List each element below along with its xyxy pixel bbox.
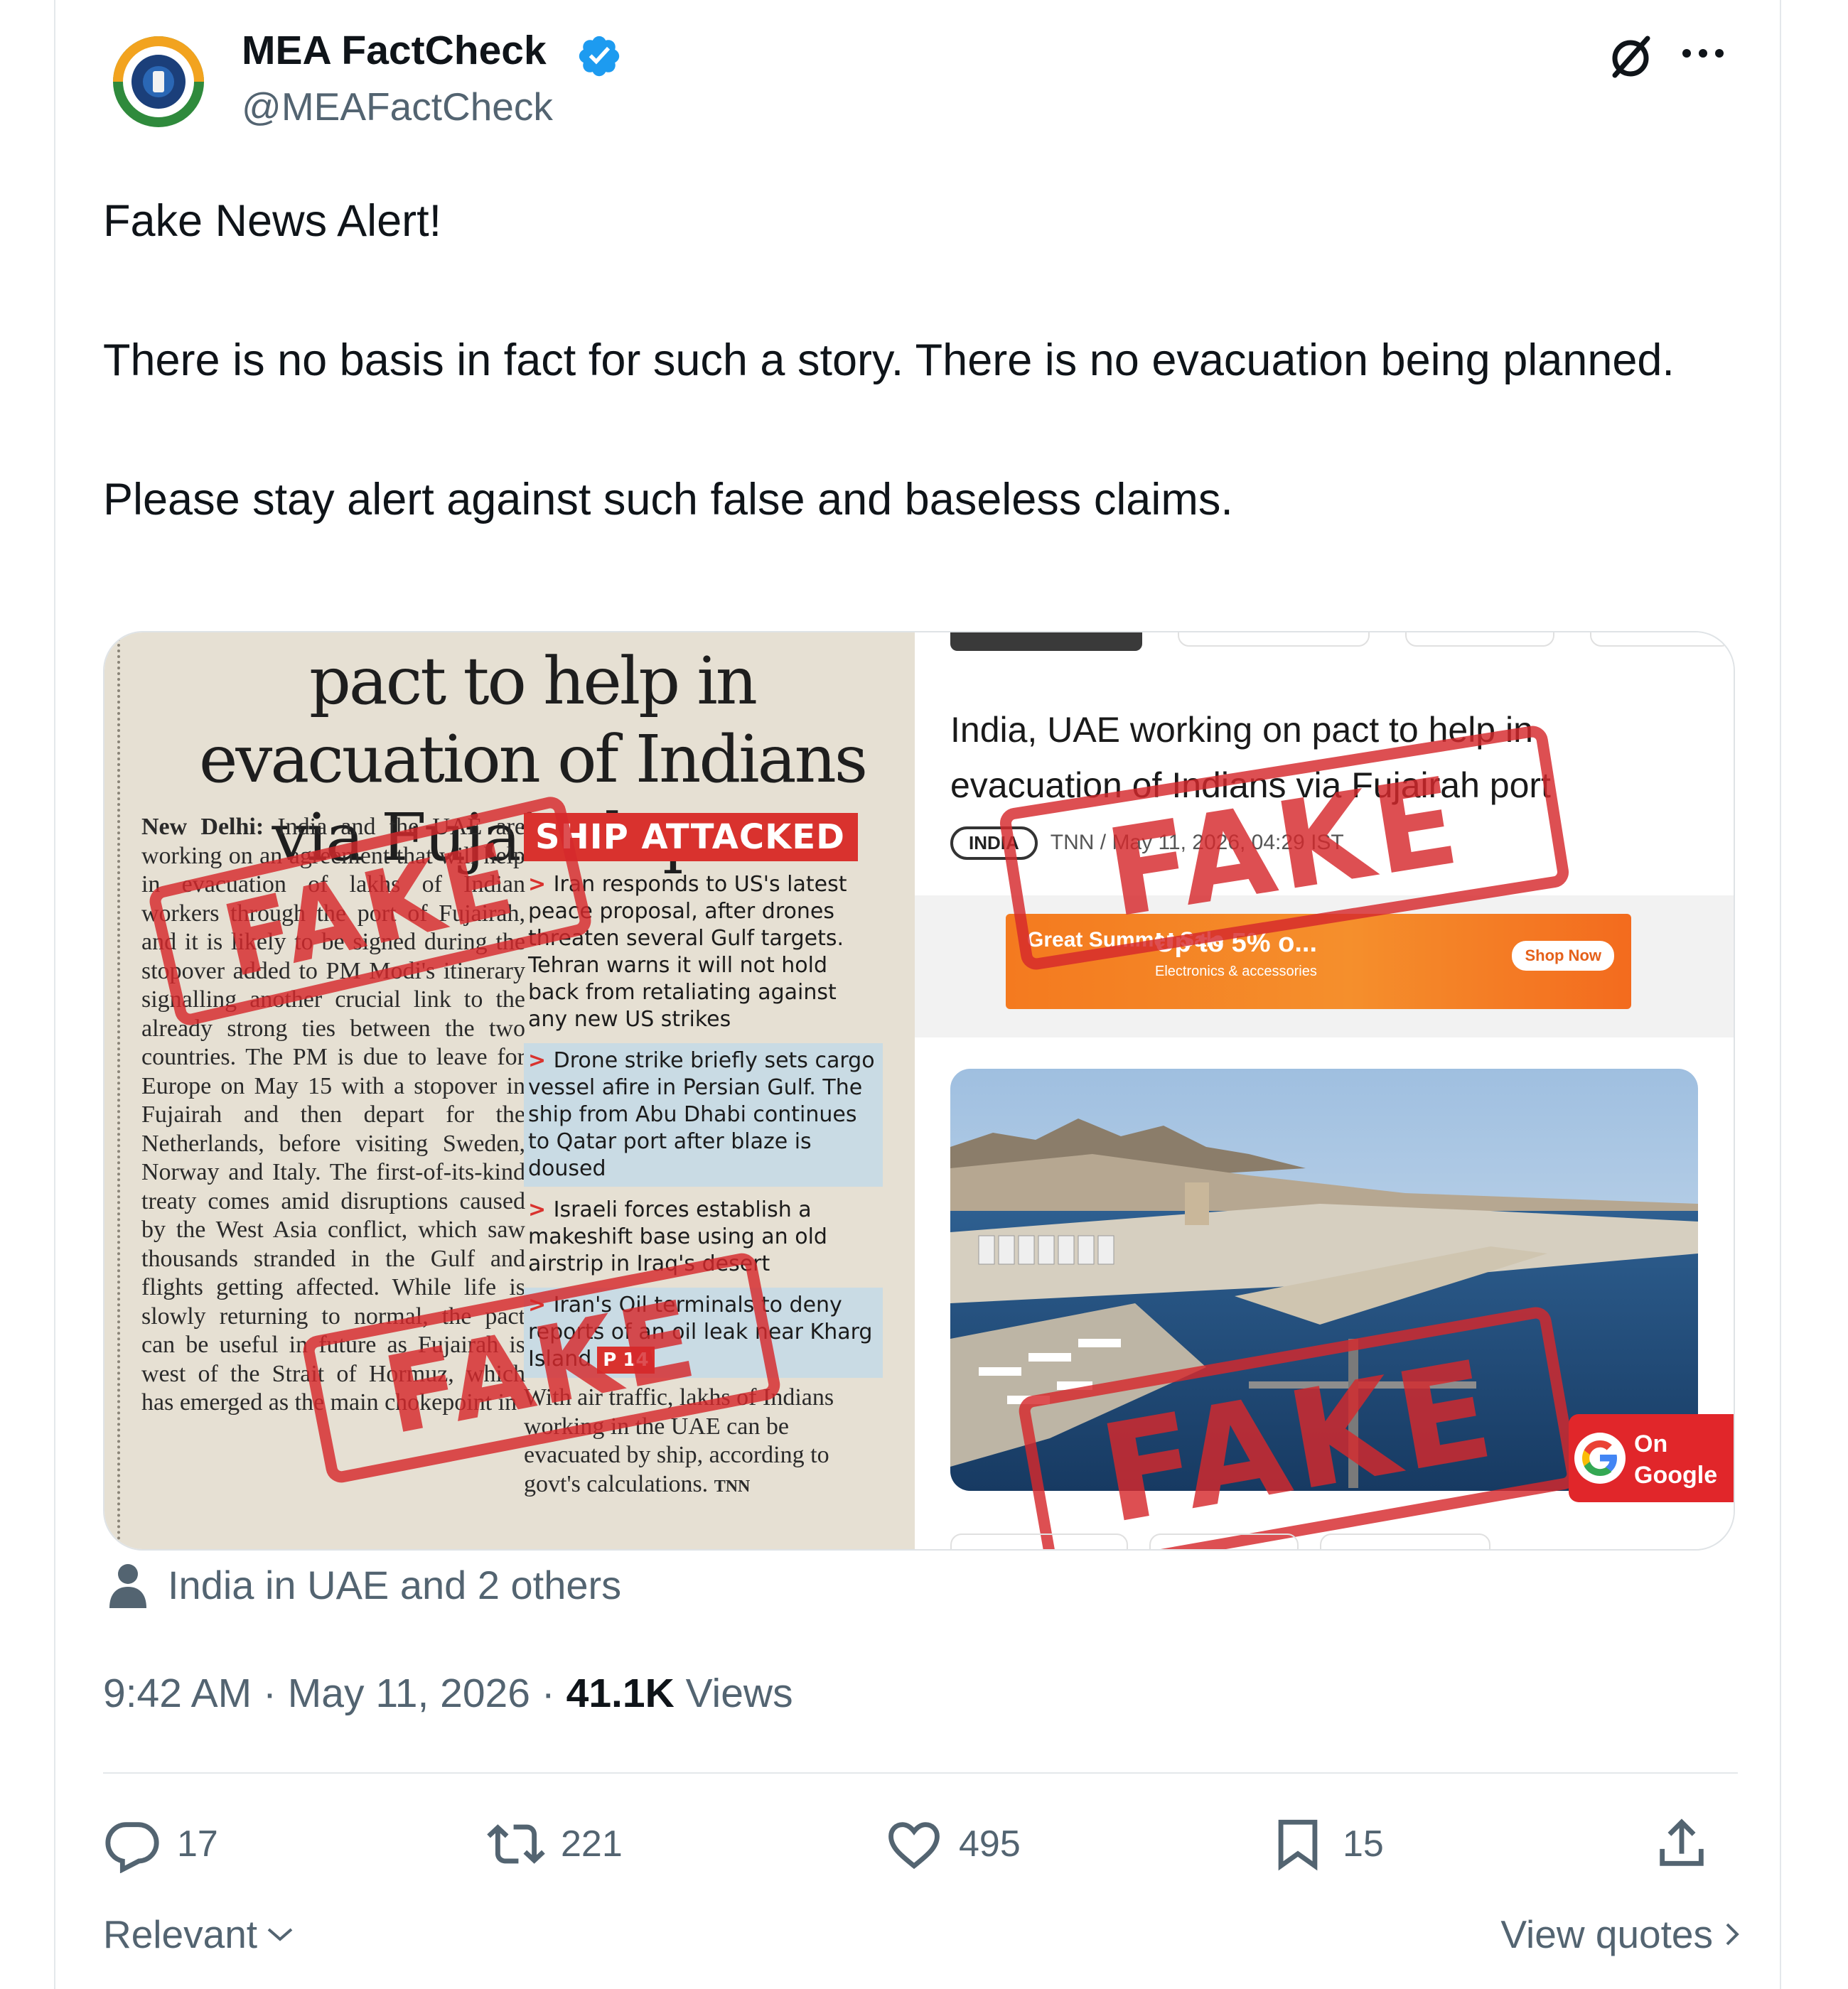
tweet-line-alert: Fake News Alert! bbox=[103, 196, 442, 246]
bookmark-icon bbox=[1278, 1819, 1318, 1871]
clipping-source: TNN bbox=[714, 1477, 751, 1496]
author-display-name[interactable]: MEA FactCheck bbox=[242, 27, 547, 74]
like-icon bbox=[888, 1822, 940, 1870]
views-count: 41.1K bbox=[566, 1671, 675, 1716]
google-icon bbox=[1574, 1433, 1626, 1484]
google-badge: On Google bbox=[1569, 1414, 1734, 1502]
clipping-bullet: > Drone strike briefly sets cargo vessel… bbox=[524, 1043, 883, 1187]
bookmark-count: 15 bbox=[1343, 1823, 1384, 1865]
verified-badge-icon bbox=[579, 36, 620, 77]
tweet-line-no-basis: There is no basis in fact for such a sto… bbox=[103, 335, 1675, 385]
like-count: 495 bbox=[959, 1823, 1021, 1865]
more-icon[interactable] bbox=[1680, 43, 1726, 64]
tweet-date[interactable]: May 11, 2026 bbox=[288, 1671, 530, 1716]
tagged-people-label: India in UAE and 2 others bbox=[168, 1563, 622, 1607]
tweet-meta: 9:42 AM · May 11, 2026 · 41.1K Views bbox=[103, 1671, 793, 1716]
tweet-time[interactable]: 9:42 AM bbox=[103, 1671, 252, 1716]
reply-icon bbox=[105, 1822, 159, 1873]
repost-icon bbox=[487, 1824, 545, 1864]
author-avatar[interactable] bbox=[108, 31, 209, 132]
repost-count: 221 bbox=[561, 1823, 623, 1865]
view-quotes-link[interactable]: View quotes bbox=[1500, 1912, 1741, 1957]
view-quotes-label: View quotes bbox=[1500, 1912, 1713, 1956]
divider bbox=[103, 1772, 1738, 1774]
website-bottom-tabs bbox=[950, 1533, 1732, 1549]
tweet-media[interactable]: pact to help in evacuation of Indians vi… bbox=[103, 631, 1735, 1551]
google-badge-label: On Google bbox=[1634, 1430, 1718, 1489]
chevron-down-icon bbox=[267, 1928, 293, 1941]
repost-button[interactable]: 221 bbox=[487, 1812, 623, 1876]
website-top-tabs bbox=[950, 632, 1732, 651]
views-label: Views bbox=[674, 1671, 793, 1716]
newspaper-clipping-image[interactable]: pact to help in evacuation of Indians vi… bbox=[104, 632, 915, 1549]
like-button[interactable]: 495 bbox=[885, 1812, 1021, 1876]
reply-button[interactable]: 17 bbox=[103, 1812, 218, 1876]
action-bar: 17 221 495 15 bbox=[103, 1812, 1738, 1876]
chevron-right-icon bbox=[1726, 1923, 1739, 1946]
tagged-people[interactable]: India in UAE and 2 others bbox=[108, 1562, 621, 1608]
person-icon bbox=[109, 1563, 146, 1608]
tweet-text: Fake News Alert! There is no basis in fa… bbox=[103, 186, 1738, 534]
author-handle[interactable]: @MEAFactCheck bbox=[242, 84, 553, 129]
reply-count: 17 bbox=[177, 1823, 218, 1865]
sort-replies-dropdown[interactable]: Relevant bbox=[103, 1912, 296, 1957]
bookmark-button[interactable]: 15 bbox=[1269, 1812, 1384, 1876]
share-icon bbox=[1660, 1818, 1704, 1866]
grok-icon[interactable] bbox=[1605, 31, 1656, 82]
clipping-dateline: New Delhi: bbox=[141, 814, 264, 840]
tweet-line-stay-alert: Please stay alert against such false and… bbox=[103, 475, 1233, 524]
sort-label: Relevant bbox=[103, 1912, 258, 1956]
share-button[interactable] bbox=[1653, 1812, 1711, 1876]
news-website-screenshot[interactable]: India, UAE working on pact to help in ev… bbox=[915, 632, 1734, 1549]
